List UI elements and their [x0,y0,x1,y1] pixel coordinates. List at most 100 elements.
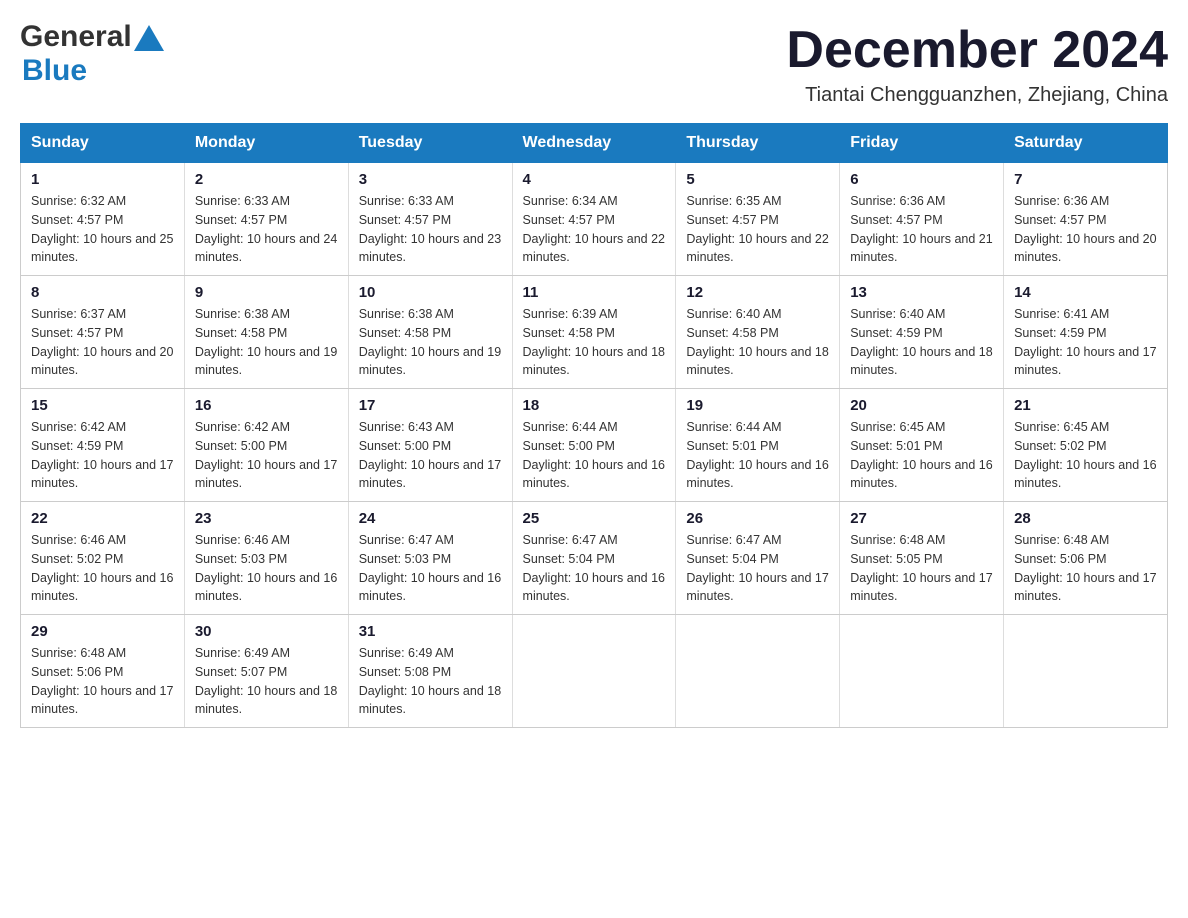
daylight-label: Daylight: 10 hours and 23 minutes. [359,232,501,265]
sunrise-label: Sunrise: 6:46 AM [31,533,126,547]
day-number: 27 [850,510,993,527]
day-number: 31 [359,623,502,640]
header: General Blue December 2024 Tiantai Cheng… [20,20,1168,107]
day-number: 26 [686,510,829,527]
table-row: 22 Sunrise: 6:46 AM Sunset: 5:02 PM Dayl… [21,502,185,615]
sunrise-label: Sunrise: 6:37 AM [31,307,126,321]
calendar-week-row: 15 Sunrise: 6:42 AM Sunset: 4:59 PM Dayl… [21,389,1168,502]
day-info: Sunrise: 6:41 AM Sunset: 4:59 PM Dayligh… [1014,305,1157,380]
daylight-label: Daylight: 10 hours and 16 minutes. [523,571,665,604]
sunset-label: Sunset: 4:58 PM [686,326,778,340]
day-number: 21 [1014,397,1157,414]
day-number: 13 [850,284,993,301]
day-number: 2 [195,171,338,188]
sunrise-label: Sunrise: 6:43 AM [359,420,454,434]
day-number: 15 [31,397,174,414]
sunrise-label: Sunrise: 6:47 AM [359,533,454,547]
day-info: Sunrise: 6:44 AM Sunset: 5:00 PM Dayligh… [523,418,666,493]
sunset-label: Sunset: 5:06 PM [31,665,123,679]
day-number: 10 [359,284,502,301]
day-number: 3 [359,171,502,188]
day-info: Sunrise: 6:40 AM Sunset: 4:59 PM Dayligh… [850,305,993,380]
day-info: Sunrise: 6:49 AM Sunset: 5:08 PM Dayligh… [359,644,502,719]
sunset-label: Sunset: 4:57 PM [31,326,123,340]
sunset-label: Sunset: 4:59 PM [850,326,942,340]
day-info: Sunrise: 6:39 AM Sunset: 4:58 PM Dayligh… [523,305,666,380]
logo: General Blue [20,20,164,88]
table-row: 12 Sunrise: 6:40 AM Sunset: 4:58 PM Dayl… [676,276,840,389]
day-info: Sunrise: 6:44 AM Sunset: 5:01 PM Dayligh… [686,418,829,493]
table-row: 28 Sunrise: 6:48 AM Sunset: 5:06 PM Dayl… [1004,502,1168,615]
logo-triangle-icon [134,25,164,51]
table-row: 30 Sunrise: 6:49 AM Sunset: 5:07 PM Dayl… [184,615,348,728]
sunrise-label: Sunrise: 6:41 AM [1014,307,1109,321]
table-row [1004,615,1168,728]
sunrise-label: Sunrise: 6:32 AM [31,194,126,208]
col-thursday: Thursday [676,124,840,163]
month-title: December 2024 [786,20,1168,80]
day-info: Sunrise: 6:48 AM Sunset: 5:05 PM Dayligh… [850,531,993,606]
sunset-label: Sunset: 4:58 PM [523,326,615,340]
logo-blue-text: Blue [22,54,87,88]
sunrise-label: Sunrise: 6:39 AM [523,307,618,321]
col-saturday: Saturday [1004,124,1168,163]
table-row: 17 Sunrise: 6:43 AM Sunset: 5:00 PM Dayl… [348,389,512,502]
day-info: Sunrise: 6:40 AM Sunset: 4:58 PM Dayligh… [686,305,829,380]
table-row [676,615,840,728]
sunrise-label: Sunrise: 6:36 AM [850,194,945,208]
daylight-label: Daylight: 10 hours and 17 minutes. [1014,571,1156,604]
day-number: 16 [195,397,338,414]
sunrise-label: Sunrise: 6:42 AM [195,420,290,434]
day-info: Sunrise: 6:38 AM Sunset: 4:58 PM Dayligh… [195,305,338,380]
day-info: Sunrise: 6:47 AM Sunset: 5:04 PM Dayligh… [523,531,666,606]
day-number: 1 [31,171,174,188]
day-number: 7 [1014,171,1157,188]
table-row: 15 Sunrise: 6:42 AM Sunset: 4:59 PM Dayl… [21,389,185,502]
day-info: Sunrise: 6:37 AM Sunset: 4:57 PM Dayligh… [31,305,174,380]
daylight-label: Daylight: 10 hours and 17 minutes. [1014,345,1156,378]
day-number: 9 [195,284,338,301]
sunset-label: Sunset: 5:05 PM [850,552,942,566]
table-row [840,615,1004,728]
day-info: Sunrise: 6:32 AM Sunset: 4:57 PM Dayligh… [31,192,174,267]
day-info: Sunrise: 6:45 AM Sunset: 5:02 PM Dayligh… [1014,418,1157,493]
daylight-label: Daylight: 10 hours and 20 minutes. [31,345,173,378]
sunrise-label: Sunrise: 6:33 AM [195,194,290,208]
table-row: 11 Sunrise: 6:39 AM Sunset: 4:58 PM Dayl… [512,276,676,389]
table-row: 20 Sunrise: 6:45 AM Sunset: 5:01 PM Dayl… [840,389,1004,502]
sunrise-label: Sunrise: 6:48 AM [1014,533,1109,547]
sunrise-label: Sunrise: 6:44 AM [686,420,781,434]
daylight-label: Daylight: 10 hours and 19 minutes. [359,345,501,378]
logo-general-text: General [20,20,132,54]
day-number: 14 [1014,284,1157,301]
table-row: 25 Sunrise: 6:47 AM Sunset: 5:04 PM Dayl… [512,502,676,615]
daylight-label: Daylight: 10 hours and 22 minutes. [523,232,665,265]
day-number: 20 [850,397,993,414]
table-row: 14 Sunrise: 6:41 AM Sunset: 4:59 PM Dayl… [1004,276,1168,389]
sunrise-label: Sunrise: 6:48 AM [850,533,945,547]
daylight-label: Daylight: 10 hours and 18 minutes. [195,684,337,717]
day-number: 5 [686,171,829,188]
day-number: 8 [31,284,174,301]
sunset-label: Sunset: 5:00 PM [195,439,287,453]
calendar-body: 1 Sunrise: 6:32 AM Sunset: 4:57 PM Dayli… [21,163,1168,728]
daylight-label: Daylight: 10 hours and 21 minutes. [850,232,992,265]
table-row: 27 Sunrise: 6:48 AM Sunset: 5:05 PM Dayl… [840,502,1004,615]
table-row: 29 Sunrise: 6:48 AM Sunset: 5:06 PM Dayl… [21,615,185,728]
sunrise-label: Sunrise: 6:47 AM [523,533,618,547]
daylight-label: Daylight: 10 hours and 16 minutes. [686,458,828,491]
table-row: 7 Sunrise: 6:36 AM Sunset: 4:57 PM Dayli… [1004,163,1168,276]
table-row: 5 Sunrise: 6:35 AM Sunset: 4:57 PM Dayli… [676,163,840,276]
daylight-label: Daylight: 10 hours and 16 minutes. [850,458,992,491]
sunset-label: Sunset: 5:04 PM [686,552,778,566]
daylight-label: Daylight: 10 hours and 17 minutes. [359,458,501,491]
sunrise-label: Sunrise: 6:46 AM [195,533,290,547]
col-friday: Friday [840,124,1004,163]
day-info: Sunrise: 6:34 AM Sunset: 4:57 PM Dayligh… [523,192,666,267]
daylight-label: Daylight: 10 hours and 22 minutes. [686,232,828,265]
day-info: Sunrise: 6:46 AM Sunset: 5:02 PM Dayligh… [31,531,174,606]
day-number: 28 [1014,510,1157,527]
day-info: Sunrise: 6:47 AM Sunset: 5:03 PM Dayligh… [359,531,502,606]
sunset-label: Sunset: 5:02 PM [1014,439,1106,453]
sunrise-label: Sunrise: 6:40 AM [686,307,781,321]
